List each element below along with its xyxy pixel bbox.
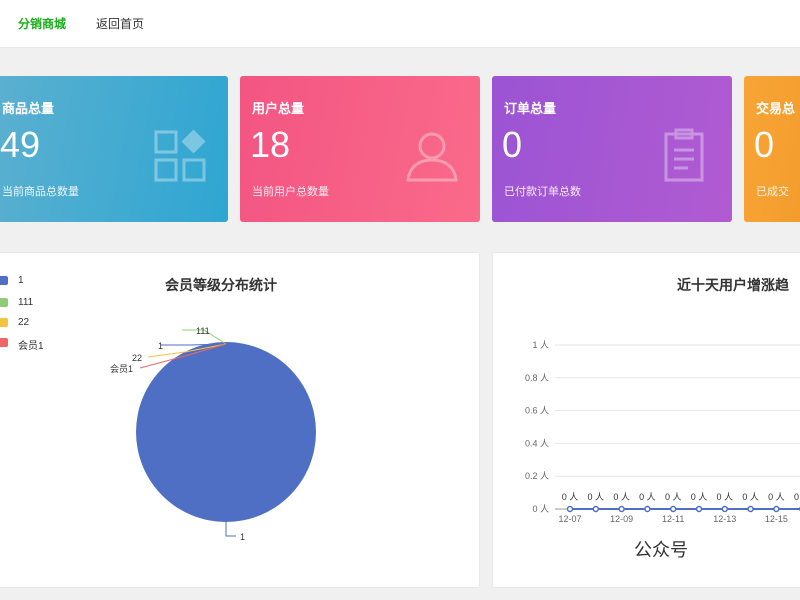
pie-slice[interactable] — [136, 342, 316, 522]
y-tick-label: 1 人 — [532, 340, 549, 350]
card-subtitle: 已付款订单总数 — [504, 186, 581, 198]
data-label: 0 人 — [794, 492, 800, 502]
data-point[interactable] — [644, 505, 651, 513]
user-icon — [406, 132, 458, 182]
top-nav: 分销商城 返回首页 — [0, 0, 800, 48]
pie-label: 会员1 — [110, 363, 133, 374]
tab-distribution-mall[interactable]: 分销商城 — [18, 15, 66, 32]
data-point[interactable] — [566, 505, 574, 513]
card-subtitle: 已成交 — [756, 186, 789, 198]
data-label: 0 人 — [717, 492, 734, 502]
data-point[interactable] — [773, 505, 780, 513]
y-tick-label: 0.8 人 — [525, 373, 549, 383]
data-label: 0 人 — [562, 492, 579, 502]
data-label: 0 人 — [639, 492, 656, 502]
data-label: 0 人 — [613, 492, 630, 502]
x-tick-label: 12-09 — [610, 514, 633, 524]
card-value: 18 — [250, 124, 291, 165]
x-tick-label: 12-15 — [765, 514, 788, 524]
data-point[interactable] — [747, 505, 754, 513]
bottom-strip — [0, 592, 800, 600]
card-title: 商品总量 — [2, 101, 55, 116]
watermark: 公众号 — [634, 540, 688, 560]
card-subtitle: 当前商品总数量 — [2, 186, 79, 198]
label-line — [225, 522, 236, 537]
data-label: 0 人 — [691, 492, 708, 502]
card-title: 交易总 — [756, 101, 796, 116]
clipboard-icon — [664, 128, 704, 182]
stat-card-products: 商品总量 49 当前商品总数量 — [0, 76, 228, 222]
data-label: 0 人 — [588, 492, 605, 502]
data-point[interactable] — [721, 505, 729, 513]
data-point[interactable] — [669, 505, 677, 513]
card-value: 49 — [0, 124, 41, 165]
x-tick-label: 12-11 — [662, 514, 684, 524]
pie-label: 111 — [196, 326, 210, 336]
card-value: 0 — [502, 124, 523, 165]
x-tick-label: 12-13 — [713, 514, 736, 524]
y-tick-label: 0 人 — [532, 504, 549, 514]
data-label: 0 人 — [742, 492, 759, 502]
stat-card-transactions: 交易总 0 已成交 — [744, 76, 800, 222]
data-label: 0 人 — [665, 492, 682, 502]
data-point[interactable] — [618, 505, 625, 513]
grid-icon — [154, 129, 206, 182]
pie-label: 1 — [240, 532, 245, 542]
y-tick-label: 0.6 人 — [525, 406, 549, 416]
stat-card-orders: 订单总量 0 已付款订单总数 — [492, 76, 732, 222]
tab-back-home[interactable]: 返回首页 — [96, 15, 144, 32]
pie-label: 22 — [132, 353, 142, 363]
y-tick-label: 0.4 人 — [525, 438, 549, 448]
card-title: 用户总量 — [252, 101, 305, 116]
x-tick-label: 12-07 — [558, 514, 581, 524]
pie-label: 1 — [158, 341, 163, 351]
card-title: 订单总量 — [504, 101, 557, 116]
card-subtitle: 当前用户总数量 — [252, 186, 329, 198]
stat-card-users: 用户总量 18 当前用户总数量 — [240, 76, 480, 222]
data-label: 0 人 — [768, 492, 785, 502]
data-point[interactable] — [592, 505, 600, 513]
y-tick-label: 0.2 人 — [525, 471, 549, 481]
card-value: 0 — [754, 124, 775, 165]
data-point[interactable] — [695, 505, 703, 513]
pie-chart: 111 1 22 会员1 1 — [110, 326, 316, 542]
